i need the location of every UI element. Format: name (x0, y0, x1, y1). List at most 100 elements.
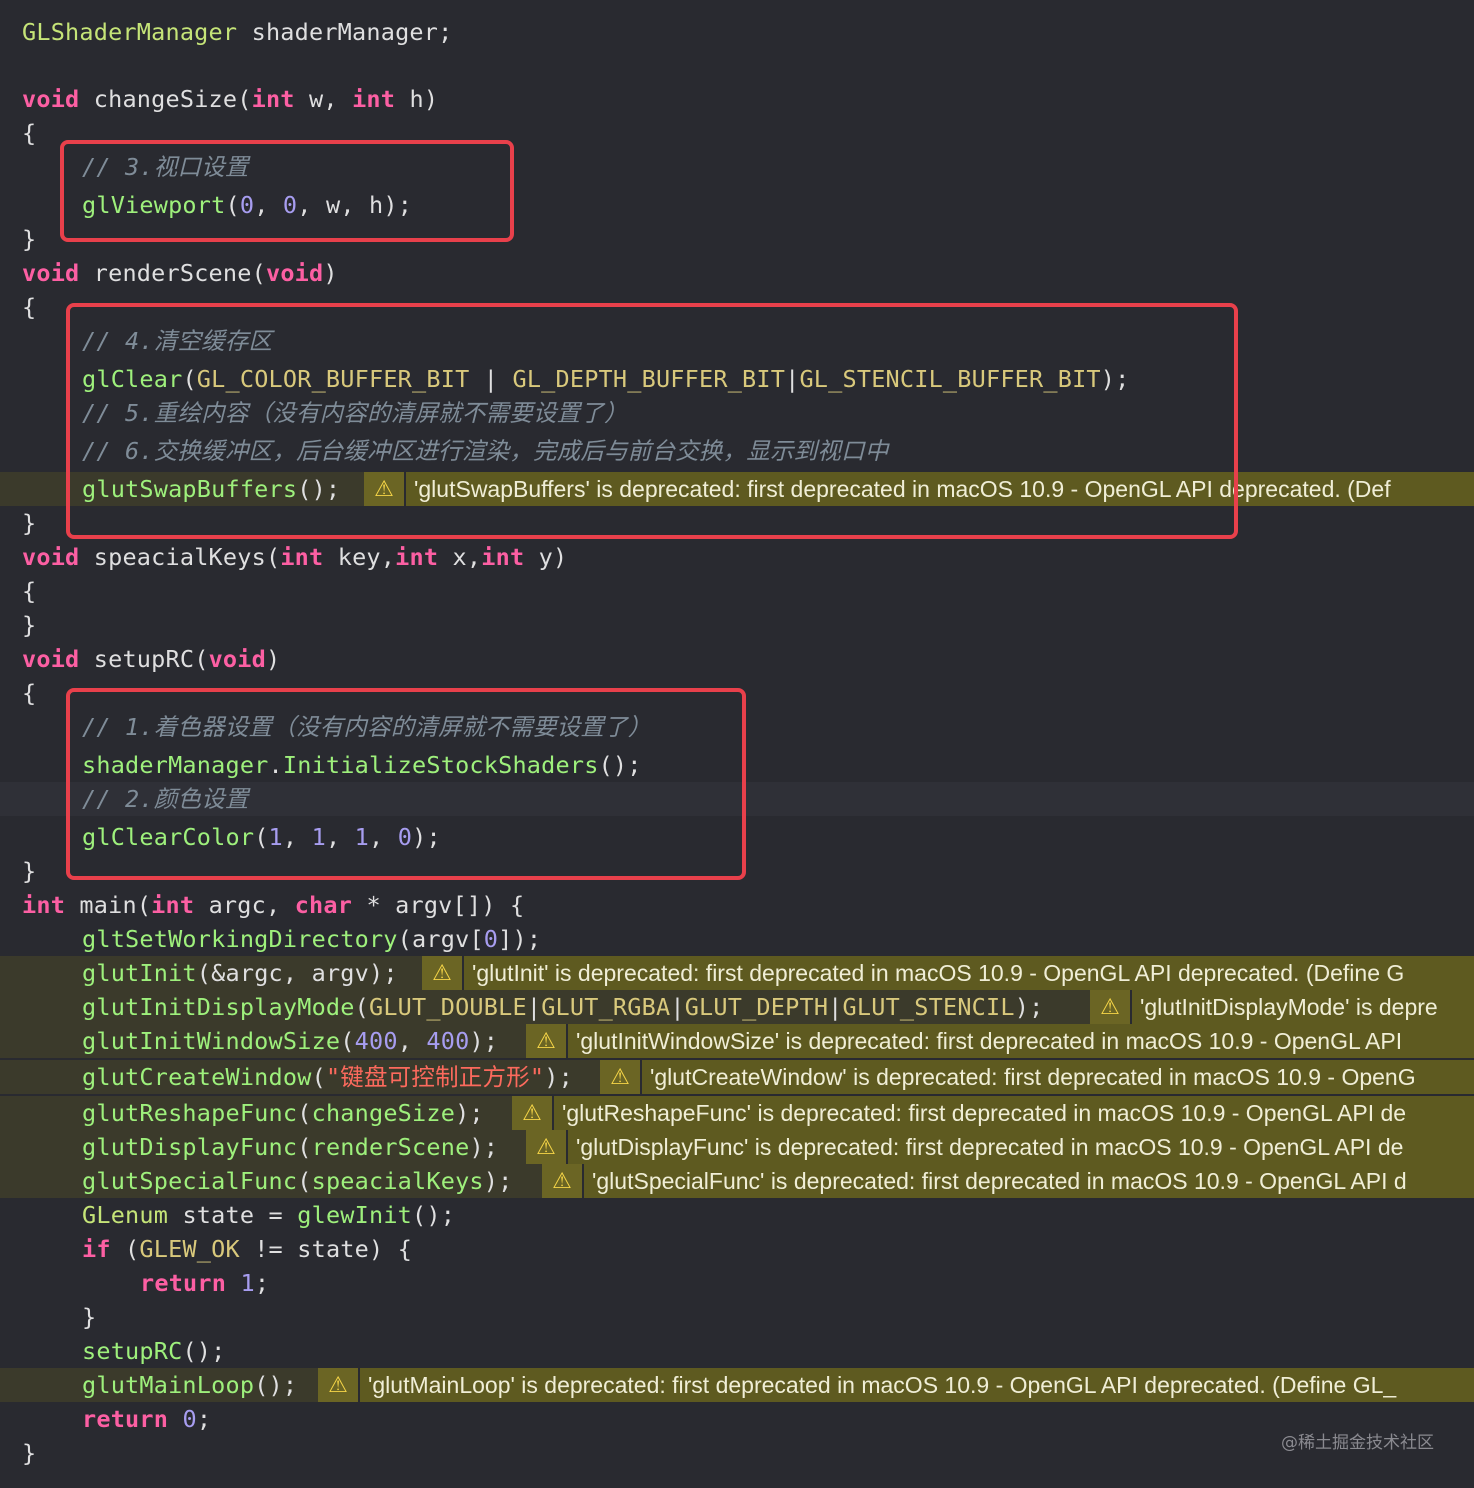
warning-text: 'glutInit' is deprecated: first deprecat… (472, 960, 1405, 986)
code-text: { (22, 293, 37, 321)
warning-triangle-icon: ⚠ (600, 1060, 642, 1094)
warning-triangle-icon: ⚠ (318, 1368, 360, 1402)
code-line[interactable]: return 0; (0, 1402, 1474, 1436)
warning-annotation[interactable]: ⚠ 'glutInitWindowSize' is deprecated: fi… (526, 1024, 1474, 1058)
warning-annotation[interactable]: ⚠ 'glutDisplayFunc' is deprecated: first… (526, 1130, 1474, 1164)
code-text: gltSetWorkingDirectory(argv[0]); (82, 925, 542, 953)
code-text: glutSwapBuffers(); (82, 475, 341, 503)
code-line[interactable]: void renderScene(void) (0, 256, 1474, 290)
code-line[interactable]: gltSetWorkingDirectory(argv[0]); (0, 922, 1474, 956)
code-line[interactable]: void speacialKeys(int key,int x,int y) (0, 540, 1474, 574)
code-line[interactable]: } (0, 854, 1474, 888)
code-line-warning[interactable]: glutSpecialFunc(speacialKeys); ⚠ 'glutSp… (0, 1164, 1474, 1198)
watermark: @稀土掘金技术社区 (1281, 1433, 1434, 1453)
warning-annotation[interactable]: ⚠ 'glutSpecialFunc' is deprecated: first… (542, 1164, 1474, 1198)
code-line[interactable]: glClearColor(1, 1, 1, 0); (0, 820, 1474, 854)
code-line[interactable]: // 3.视口设置 (0, 150, 1474, 184)
code-text: glutInitWindowSize(400, 400); (82, 1027, 499, 1055)
code-line-warning[interactable]: glutCreateWindow("键盘可控制正方形"); ⚠ 'glutCre… (0, 1060, 1474, 1094)
warning-annotation[interactable]: ⚠ 'glutMainLoop' is deprecated: first de… (318, 1368, 1474, 1402)
code-line[interactable]: glClear(GL_COLOR_BUFFER_BIT | GL_DEPTH_B… (0, 362, 1474, 396)
code-text: { (22, 119, 37, 147)
code-text: return 0; (82, 1405, 212, 1433)
code-line[interactable]: return 1; (0, 1266, 1474, 1300)
code-text: { (22, 679, 37, 707)
code-comment: // 4.清空缓存区 (82, 327, 273, 355)
code-comment: // 5.重绘内容（没有内容的清屏就不需要设置了） (82, 399, 628, 427)
warning-annotation[interactable]: ⚠ 'glutInitDisplayMode' is depre (1090, 990, 1474, 1024)
warning-triangle-icon: ⚠ (512, 1096, 554, 1130)
code-text: } (22, 509, 37, 537)
warning-annotation[interactable]: ⚠ 'glutInit' is deprecated: first deprec… (422, 956, 1474, 990)
warning-triangle-icon: ⚠ (526, 1024, 568, 1058)
warning-text: 'glutCreateWindow' is deprecated: first … (650, 1064, 1416, 1090)
warning-text: 'glutInitDisplayMode' is depre (1140, 994, 1438, 1020)
code-text: void speacialKeys(int key,int x,int y) (22, 543, 568, 571)
code-text: glClear(GL_COLOR_BUFFER_BIT | GL_DEPTH_B… (82, 365, 1130, 393)
code-text: if (GLEW_OK != state) { (82, 1235, 413, 1263)
code-line[interactable]: GLenum state = glewInit(); (0, 1198, 1474, 1232)
code-line-warning[interactable]: glutReshapeFunc(changeSize); ⚠ 'glutResh… (0, 1096, 1474, 1130)
code-line[interactable]: } (0, 608, 1474, 642)
code-text: void setupRC(void) (22, 645, 281, 673)
warning-triangle-icon: ⚠ (1090, 990, 1132, 1024)
code-text: glViewport(0, 0, w, h); (82, 191, 413, 219)
warning-text: 'glutInitWindowSize' is deprecated: firs… (576, 1028, 1403, 1054)
code-editor[interactable]: GLShaderManager shaderManager; void chan… (0, 0, 1474, 1488)
code-comment: // 1.着色器设置（没有内容的清屏就不需要设置了） (82, 713, 652, 741)
code-line[interactable]: } (0, 1436, 1474, 1470)
warning-annotation[interactable]: ⚠ 'glutCreateWindow' is deprecated: firs… (600, 1060, 1474, 1094)
warning-triangle-icon: ⚠ (364, 472, 406, 506)
code-line[interactable]: shaderManager.InitializeStockShaders(); (0, 748, 1474, 782)
code-line-warning[interactable]: glutSwapBuffers(); ⚠ 'glutSwapBuffers' i… (0, 472, 1474, 506)
code-text: int main(int argc, char * argv[]) { (22, 891, 525, 919)
code-line-warning[interactable]: glutInitDisplayMode(GLUT_DOUBLE|GLUT_RGB… (0, 990, 1474, 1024)
code-text: glutSpecialFunc(speacialKeys); (82, 1167, 513, 1195)
code-line[interactable]: { (0, 290, 1474, 324)
code-line[interactable]: } (0, 222, 1474, 256)
code-line[interactable]: if (GLEW_OK != state) { (0, 1232, 1474, 1266)
code-line[interactable]: { (0, 676, 1474, 710)
code-line[interactable]: } (0, 506, 1474, 540)
code-line[interactable]: { (0, 116, 1474, 150)
code-line[interactable]: glViewport(0, 0, w, h); (0, 188, 1474, 222)
code-line[interactable]: } (0, 1300, 1474, 1334)
warning-text: 'glutDisplayFunc' is deprecated: first d… (576, 1134, 1404, 1160)
code-text: } (22, 611, 37, 639)
code-line-warning[interactable]: glutMainLoop(); ⚠ 'glutMainLoop' is depr… (0, 1368, 1474, 1402)
code-line-current[interactable]: // 2.颜色设置 (0, 782, 1474, 816)
warning-triangle-icon: ⚠ (542, 1164, 584, 1198)
warning-triangle-icon: ⚠ (526, 1130, 568, 1164)
code-line[interactable]: int main(int argc, char * argv[]) { (0, 888, 1474, 922)
code-comment: // 6.交换缓冲区，后台缓冲区进行渲染，完成后与前台交换，显示到视口中 (82, 437, 889, 465)
code-line[interactable]: // 6.交换缓冲区，后台缓冲区进行渲染，完成后与前台交换，显示到视口中 (0, 434, 1474, 468)
code-text: setupRC(); (82, 1337, 226, 1365)
code-line[interactable]: void changeSize(int w, int h) (0, 82, 1474, 116)
code-text: glutMainLoop(); (82, 1371, 298, 1399)
code-text: glutReshapeFunc(changeSize); (82, 1099, 484, 1127)
code-comment: // 3.视口设置 (82, 153, 249, 181)
warning-text: 'glutSpecialFunc' is deprecated: first d… (592, 1168, 1407, 1194)
warning-annotation[interactable]: ⚠ 'glutSwapBuffers' is deprecated: first… (364, 472, 1474, 506)
code-text: { (22, 577, 37, 605)
code-text: glutCreateWindow("键盘可控制正方形"); (82, 1063, 573, 1091)
code-line-warning[interactable]: glutInitWindowSize(400, 400); ⚠ 'glutIni… (0, 1024, 1474, 1058)
code-line[interactable]: { (0, 574, 1474, 608)
code-line[interactable]: // 4.清空缓存区 (0, 324, 1474, 358)
code-comment: // 2.颜色设置 (82, 785, 249, 813)
code-line[interactable]: GLShaderManager shaderManager; (0, 15, 1474, 49)
code-text: glutInitDisplayMode(GLUT_DOUBLE|GLUT_RGB… (82, 993, 1044, 1021)
code-line[interactable]: void setupRC(void) (0, 642, 1474, 676)
warning-annotation[interactable]: ⚠ 'glutReshapeFunc' is deprecated: first… (512, 1096, 1474, 1130)
code-text: void changeSize(int w, int h) (22, 85, 439, 113)
code-line-warning[interactable]: glutInit(&argc, argv); ⚠ 'glutInit' is d… (0, 956, 1474, 990)
code-text: } (22, 1439, 37, 1467)
code-line[interactable]: setupRC(); (0, 1334, 1474, 1368)
code-line[interactable]: // 1.着色器设置（没有内容的清屏就不需要设置了） (0, 710, 1474, 744)
code-line-warning[interactable]: glutDisplayFunc(renderScene); ⚠ 'glutDis… (0, 1130, 1474, 1164)
code-text: glutInit(&argc, argv); (82, 959, 398, 987)
code-text: GLenum state = glewInit(); (82, 1201, 456, 1229)
warning-text: 'glutReshapeFunc' is deprecated: first d… (562, 1100, 1407, 1126)
warning-text: 'glutSwapBuffers' is deprecated: first d… (414, 476, 1391, 502)
code-line[interactable]: // 5.重绘内容（没有内容的清屏就不需要设置了） (0, 396, 1474, 430)
